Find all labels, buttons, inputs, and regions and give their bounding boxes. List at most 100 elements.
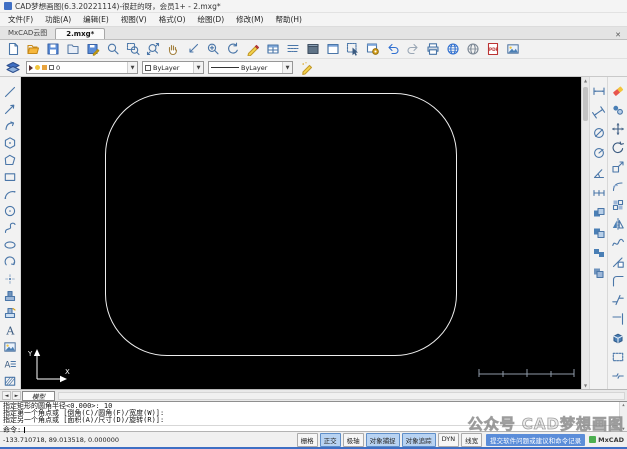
menu-item-modify[interactable]: 修改(M)	[230, 13, 269, 26]
zoom-extents-button[interactable]	[143, 41, 162, 58]
toggle-polar[interactable]: 极轴	[342, 432, 364, 447]
command-prompt-row[interactable]: 命令:	[3, 425, 617, 434]
dim-diameter-button[interactable]	[591, 123, 607, 143]
boundary-button[interactable]	[609, 347, 626, 366]
ellipse-button[interactable]	[2, 236, 19, 253]
trim-button[interactable]	[609, 252, 626, 271]
toggle-osnap[interactable]: 对象捕捉	[365, 432, 400, 447]
dim-continue-button[interactable]	[591, 183, 607, 203]
rectangle-button[interactable]	[2, 168, 19, 185]
insert-block-button[interactable]	[2, 304, 19, 321]
drawn-rounded-rectangle[interactable]	[105, 93, 457, 356]
image-insert-button[interactable]	[2, 338, 19, 355]
chevron-down-icon[interactable]: ▼	[127, 62, 137, 73]
zoom-previous-button[interactable]	[183, 41, 202, 58]
break-point-button[interactable]	[609, 366, 626, 385]
point-button[interactable]	[2, 270, 19, 287]
break-button[interactable]	[609, 290, 626, 309]
dim-radius-button[interactable]	[591, 143, 607, 163]
feedback-button[interactable]: 提交软件问题或建议和命令记录	[486, 433, 586, 446]
fillet-button[interactable]	[609, 271, 626, 290]
redo-button[interactable]	[403, 41, 422, 58]
scrollbar-thumb[interactable]	[583, 87, 588, 121]
canvas-vertical-scrollbar[interactable]: ▲ ▼	[581, 77, 589, 389]
polygon-button[interactable]	[2, 134, 19, 151]
canvas-horizontal-scrollbar[interactable]	[58, 391, 625, 400]
layout-next-icon[interactable]: ►	[12, 391, 21, 400]
dim-edit-button[interactable]	[591, 223, 607, 243]
offset-button[interactable]	[609, 176, 626, 195]
options-button[interactable]	[363, 41, 382, 58]
pdf-export-button[interactable]: PDF	[483, 41, 502, 58]
scroll-up-icon[interactable]: ▲	[622, 402, 624, 407]
close-icon[interactable]: ✕	[609, 31, 627, 39]
irregular-polygon-button[interactable]	[2, 151, 19, 168]
table-button[interactable]	[263, 41, 282, 58]
redraw-button[interactable]	[223, 41, 242, 58]
menu-item-format[interactable]: 格式(O)	[153, 13, 192, 26]
tab-document[interactable]: 2.mxg*	[55, 28, 106, 39]
print-button[interactable]	[423, 41, 442, 58]
window-dark-button[interactable]	[303, 41, 322, 58]
erase-button[interactable]	[609, 81, 626, 100]
menu-item-function[interactable]: 功能(A)	[39, 13, 77, 26]
mtext-button[interactable]: A	[2, 355, 19, 372]
explode-button[interactable]	[609, 328, 626, 347]
dim-aligned-button[interactable]	[591, 103, 607, 123]
menu-item-edit[interactable]: 编辑(E)	[77, 13, 115, 26]
match-pencil-button[interactable]	[297, 59, 316, 76]
zoom-button[interactable]	[103, 41, 122, 58]
tab-model[interactable]: 模型	[22, 390, 55, 401]
scroll-down-icon[interactable]: ▼	[582, 383, 589, 388]
chevron-down-icon[interactable]: ▼	[282, 62, 292, 73]
pan-button[interactable]	[163, 41, 182, 58]
undo-button[interactable]	[383, 41, 402, 58]
command-window[interactable]: 指定矩形的圆角半径<0.000>: 10 指定第一个角点或 [倒角(C)/圆角(F…	[0, 401, 627, 434]
layers-button[interactable]	[3, 59, 22, 76]
zoom-in-button[interactable]	[203, 41, 222, 58]
menu-item-file[interactable]: 文件(F)	[2, 13, 39, 26]
scroll-down-icon[interactable]: ▼	[622, 426, 624, 431]
copy-button[interactable]	[609, 100, 626, 119]
spline-button[interactable]	[2, 219, 19, 236]
linetype-list-button[interactable]	[283, 41, 302, 58]
web-publish-button[interactable]	[463, 41, 482, 58]
scale-button[interactable]	[609, 157, 626, 176]
save-as-button[interactable]	[83, 41, 102, 58]
dim-linear-button[interactable]	[591, 83, 607, 103]
fit-spline-button[interactable]	[609, 233, 626, 252]
dim-quick-button[interactable]	[591, 203, 607, 223]
save-file-button[interactable]	[43, 41, 62, 58]
circle-button[interactable]	[2, 202, 19, 219]
command-scrollbar[interactable]: ▲ ▼	[619, 402, 627, 431]
dim-style-button[interactable]	[591, 263, 607, 283]
extend-button[interactable]	[609, 309, 626, 328]
select-button[interactable]	[343, 41, 362, 58]
layout-prev-icon[interactable]: ◄	[2, 391, 11, 400]
dim-angular-button[interactable]	[591, 163, 607, 183]
linetype-select[interactable]: ByLayer ▼	[208, 61, 293, 74]
polyline-arc-button[interactable]	[2, 117, 19, 134]
toggle-otrack[interactable]: 对象追踪	[401, 432, 436, 447]
open-file-button[interactable]	[23, 41, 42, 58]
menu-item-help[interactable]: 帮助(H)	[269, 13, 308, 26]
polyline-button[interactable]	[2, 100, 19, 117]
toggle-grid[interactable]: 栅格	[296, 432, 318, 447]
move-button[interactable]	[609, 119, 626, 138]
layer-select[interactable]: 0 ▼	[26, 61, 138, 74]
open-folder-button[interactable]	[63, 41, 82, 58]
mirror-button[interactable]	[609, 214, 626, 233]
new-file-button[interactable]	[3, 41, 22, 58]
scroll-up-icon[interactable]: ▲	[582, 78, 589, 83]
draw-pencil-button[interactable]	[243, 41, 262, 58]
drawing-canvas[interactable]: Y X	[21, 77, 581, 389]
workspace-label[interactable]: MxCAD云图	[4, 27, 55, 39]
toggle-dyn[interactable]: DYN	[437, 432, 460, 447]
color-select[interactable]: ByLayer ▼	[142, 61, 204, 74]
hatch-button[interactable]	[2, 372, 19, 389]
array-button[interactable]	[609, 195, 626, 214]
arc-button[interactable]	[2, 185, 19, 202]
dim-update-button[interactable]	[591, 243, 607, 263]
zoom-window-button[interactable]	[123, 41, 142, 58]
new-window-button[interactable]	[323, 41, 342, 58]
